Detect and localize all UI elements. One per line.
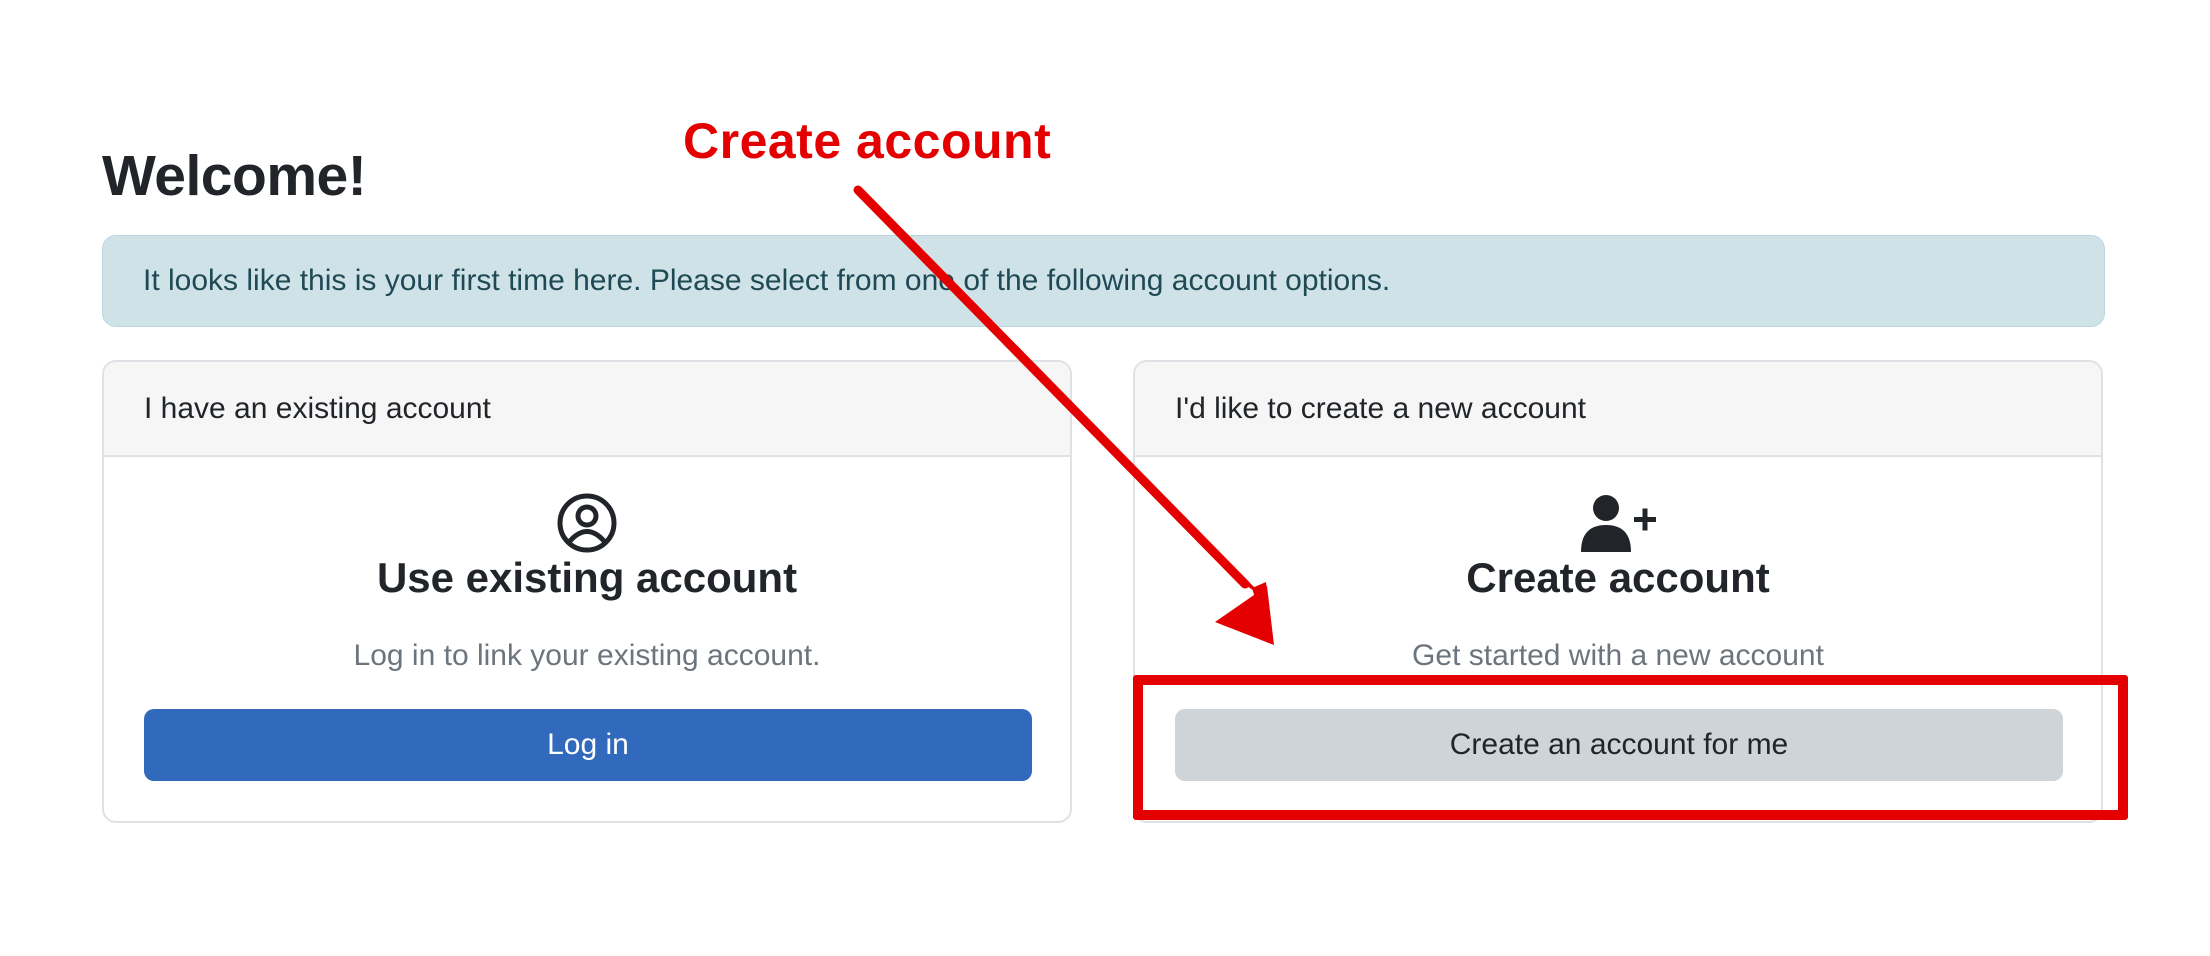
page-title: Welcome! xyxy=(102,144,367,208)
card-title: Create account xyxy=(1466,554,1770,601)
create-account-card-header: I'd like to create a new account xyxy=(1135,362,2101,457)
card-title: Use existing account xyxy=(376,554,798,601)
user-circle-icon xyxy=(556,492,618,559)
existing-account-card: I have an existing account Use existing … xyxy=(102,360,1072,823)
alert-text: It looks like this is your first time he… xyxy=(143,264,1391,297)
card-description: Get started with a new account xyxy=(1412,639,1824,672)
create-account-button[interactable]: Create an account for me xyxy=(1175,709,2063,781)
card-header-label: I'd like to create a new account xyxy=(1175,391,1586,425)
login-button[interactable]: Log in xyxy=(144,709,1032,781)
existing-account-card-header: I have an existing account xyxy=(104,362,1070,457)
user-plus-icon xyxy=(1579,492,1657,559)
card-header-label: I have an existing account xyxy=(144,391,491,425)
create-account-card: I'd like to create a new account Create … xyxy=(1133,360,2103,823)
card-description: Log in to link your existing account. xyxy=(353,639,821,672)
info-alert: It looks like this is your first time he… xyxy=(102,235,2105,327)
annotation-label: Create account xyxy=(683,113,1052,169)
